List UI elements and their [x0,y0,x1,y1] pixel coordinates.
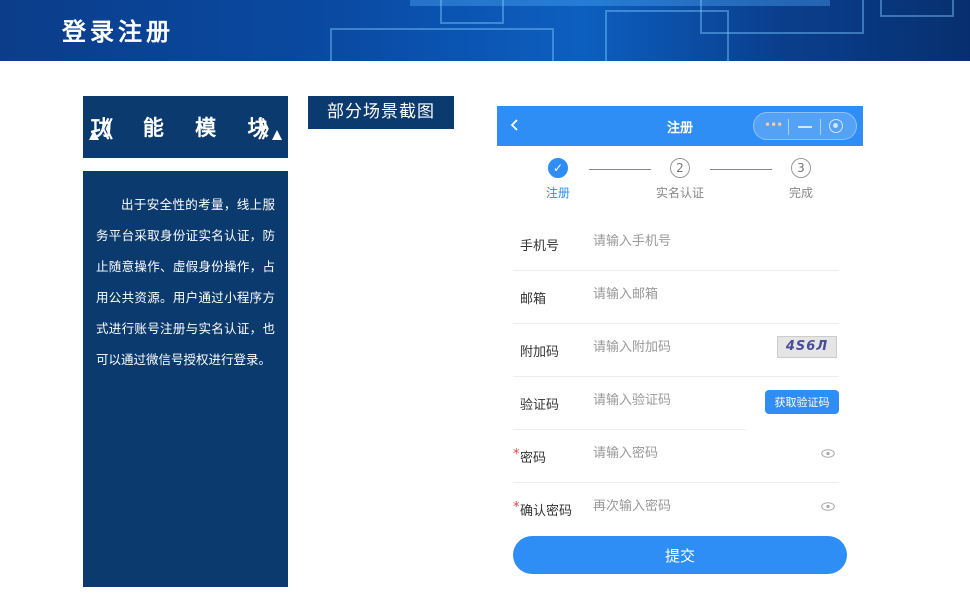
step-label: 注册 [545,186,570,200]
minimize-icon[interactable] [798,126,812,128]
captcha-label: 附加码 [520,345,560,360]
check-icon: ✓ [548,158,568,178]
password-row: * 密码 [513,429,839,483]
step-verify: 2 实名认证 [645,158,715,201]
module-title-box: 《 功 能 模 块 》 [83,96,288,158]
phone-row: 手机号 [513,217,839,271]
header-banner: 登录注册 [0,0,970,61]
email-input[interactable] [593,287,743,302]
step-register: ✓ 注册 [523,158,593,201]
submit-button[interactable]: 提交 [513,536,847,574]
step-number: 2 [670,158,690,178]
phone-label: 手机号 [520,239,560,254]
step-connector [589,169,651,170]
captcha-input[interactable] [593,340,743,355]
description-text: 出于安全性的考量，线上服务平台采取身份证实名认证，防止随意操作、虚假身份操作，占… [96,197,275,367]
phone-input[interactable] [593,234,743,249]
email-row: 邮箱 [513,270,839,324]
confirm-password-input[interactable] [593,499,743,514]
email-label: 邮箱 [520,292,547,307]
step-label: 实名认证 [655,186,704,200]
close-target-icon[interactable] [829,119,843,133]
confirm-password-row: * 确认密码 [513,482,839,535]
step-connector [710,169,772,170]
step-number: 3 [791,158,811,178]
sms-label: 验证码 [520,398,560,413]
eye-icon[interactable] [821,502,835,511]
get-code-button[interactable]: 获取验证码 [765,390,839,414]
sms-input[interactable] [593,393,743,408]
step-indicator: ✓ 注册 2 实名认证 3 完成 [497,158,863,208]
mini-program-capsule: ••• [753,112,857,140]
description-panel: 出于安全性的考量，线上服务平台采取身份证实名认证，防止随意操作、虚假身份操作，占… [83,171,288,587]
step-label: 完成 [788,186,813,200]
step-done: 3 完成 [766,158,836,201]
eye-icon[interactable] [821,449,835,458]
sms-row: 验证码 [513,376,747,430]
captcha-row: 附加码 4Ѕ6Л [513,323,839,377]
confirm-password-label: 确认密码 [520,504,573,519]
phone-screen: 注册 ••• ✓ 注册 2 实名认证 3 完成 手机号 邮箱 [497,106,863,600]
more-icon[interactable]: ••• [764,118,783,132]
scene-label: 部分场景截图 [308,96,454,129]
password-label: 密码 [520,451,547,466]
required-mark: * [513,500,520,515]
nav-bar: 注册 ••• [497,106,863,146]
page-title: 登录注册 [62,18,174,46]
required-mark: * [513,447,520,462]
captcha-image[interactable]: 4Ѕ6Л [777,336,837,358]
password-input[interactable] [593,446,743,461]
triangle-right-icon [272,130,282,140]
